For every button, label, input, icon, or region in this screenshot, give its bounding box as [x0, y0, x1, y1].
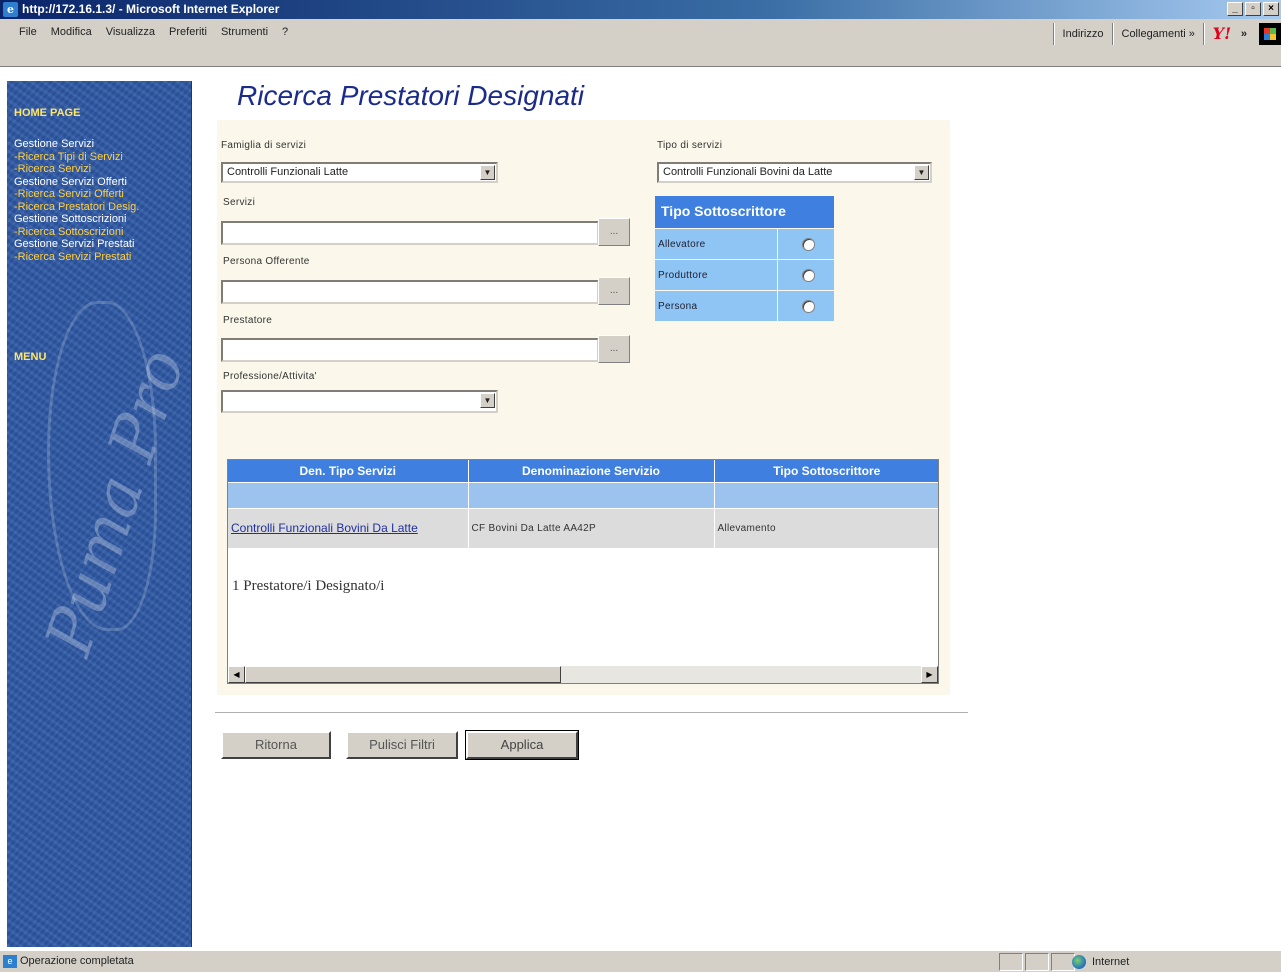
toolbar-separator	[1202, 23, 1205, 45]
address-bar-toggle[interactable]: Indirizzo	[1059, 28, 1108, 40]
sidebar-group-gestione-servizi: Gestione Servizi	[14, 138, 95, 150]
pulisci-filtri-button[interactable]: Pulisci Filtri	[346, 731, 458, 759]
menu-bar: File Modifica Visualizza Preferiti Strum…	[0, 19, 1281, 67]
filter-row-cell	[714, 481, 938, 508]
menu-visualizza[interactable]: Visualizza	[99, 26, 162, 38]
row-link-tipo-servizi[interactable]: Controlli Funzionali Bovini Da Latte	[231, 521, 418, 535]
scroll-left-arrow-icon[interactable]: ◀	[228, 666, 245, 683]
sidebar-link-ricerca-tipi-servizi[interactable]: -Ricerca Tipi di Servizi	[14, 151, 139, 164]
servizi-label: Servizi	[223, 197, 256, 208]
column-header-denominazione-servizio[interactable]: Denominazione Servizio	[468, 460, 715, 482]
links-toolbar-toggle[interactable]: Collegamenti »	[1118, 28, 1199, 40]
persona-offerente-label: Persona Offerente	[223, 256, 310, 267]
toolbar-separator	[1111, 23, 1114, 45]
filter-row-cell	[468, 481, 715, 508]
radio-label-produttore: Produttore	[655, 260, 777, 290]
status-cell	[1025, 953, 1049, 971]
result-count-text: 1 Prestatore/i Designato/i	[232, 578, 385, 594]
cell-tipo-sottoscrittore: Allevamento	[714, 507, 938, 548]
ritorna-button[interactable]: Ritorna	[221, 731, 331, 759]
filter-row-cell	[228, 481, 469, 508]
menu-file[interactable]: File	[12, 26, 44, 38]
sidebar-link-ricerca-prestatori-desig[interactable]: -Ricerca Prestatori Desig.	[14, 201, 139, 214]
servizi-lookup-button[interactable]: ...	[598, 218, 630, 246]
sidebar-link-ricerca-servizi-offerti[interactable]: -Ricerca Servizi Offerti	[14, 188, 139, 201]
cell-denominazione-servizio: CF Bovini Da Latte AA42P	[468, 507, 715, 548]
page-title: Ricerca Prestatori Designati	[237, 80, 585, 111]
sidebar-link-ricerca-sottoscrizioni[interactable]: -Ricerca Sottoscrizioni	[14, 226, 139, 239]
scroll-right-arrow-icon[interactable]: ▶	[921, 666, 938, 683]
sidebar: Puma Pro HOME PAGE Gestione Servizi -Ric…	[7, 81, 200, 947]
tipo-sottoscrittore-title: Tipo Sottoscrittore	[655, 196, 834, 228]
applica-button[interactable]: Applica	[465, 730, 579, 760]
sidebar-link-ricerca-servizi[interactable]: -Ricerca Servizi	[14, 163, 139, 176]
famiglia-servizi-select[interactable]: Controlli Funzionali Latte ▼	[221, 162, 498, 183]
table-row: Controlli Funzionali Bovini Da Latte CF …	[228, 507, 938, 548]
servizi-input[interactable]	[221, 221, 599, 245]
tipo-servizi-value: Controlli Funzionali Bovini da Latte	[663, 166, 833, 178]
persona-offerente-lookup-button[interactable]: ...	[598, 277, 630, 305]
status-text: Operazione completata	[20, 955, 134, 967]
toolbar-chevron[interactable]: »	[1235, 28, 1253, 40]
prestatore-label: Prestatore	[223, 315, 273, 326]
results-panel: Den. Tipo Servizi Denominazione Servizio…	[217, 450, 950, 695]
radio-label-persona: Persona	[655, 291, 777, 321]
windows-logo-icon	[1259, 23, 1281, 45]
professione-select[interactable]: ▼	[221, 390, 498, 413]
sidebar-group-gestione-sottoscrizioni: Gestione Sottoscrizioni	[14, 213, 127, 225]
sidebar-link-ricerca-servizi-prestati[interactable]: -Ricerca Servizi Prestati	[14, 251, 139, 264]
menu-modifica[interactable]: Modifica	[44, 26, 99, 38]
chevron-down-icon[interactable]: ▼	[914, 165, 929, 180]
chevron-down-icon[interactable]: ▼	[480, 165, 495, 180]
status-bar: e Operazione completata Internet	[0, 950, 1281, 972]
toolbar-separator	[1052, 23, 1055, 45]
maximize-button[interactable]: ▫	[1245, 2, 1261, 16]
menu-strumenti[interactable]: Strumenti	[214, 26, 275, 38]
window-title-bar: e http://172.16.1.3/ - Microsoft Interne…	[0, 0, 1281, 19]
column-header-den-tipo-servizi[interactable]: Den. Tipo Servizi	[228, 460, 469, 482]
close-button[interactable]: ×	[1263, 2, 1279, 16]
famiglia-servizi-label: Famiglia di servizi	[221, 140, 307, 151]
status-cell	[999, 953, 1023, 971]
radio-persona[interactable]	[802, 300, 815, 313]
persona-offerente-input[interactable]	[221, 280, 599, 304]
security-zone: Internet	[1072, 955, 1129, 969]
professione-label: Professione/Attivita'	[223, 371, 317, 382]
radio-produttore[interactable]	[802, 269, 815, 282]
sidebar-menu-label: MENU	[14, 351, 47, 363]
page-done-icon: e	[3, 955, 17, 968]
sidebar-home-link[interactable]: HOME PAGE	[14, 107, 80, 119]
sidebar-group-gestione-servizi-offerti: Gestione Servizi Offerti	[14, 175, 127, 188]
famiglia-servizi-value: Controlli Funzionali Latte	[227, 166, 349, 178]
scrollbar-thumb[interactable]	[245, 666, 561, 683]
globe-icon	[1072, 955, 1086, 969]
tipo-servizi-select[interactable]: Controlli Funzionali Bovini da Latte ▼	[657, 162, 932, 183]
chevron-down-icon[interactable]: ▼	[480, 393, 495, 408]
column-header-tipo-sottoscrittore[interactable]: Tipo Sottoscrittore	[714, 460, 938, 482]
results-grid: Den. Tipo Servizi Denominazione Servizio…	[227, 459, 939, 684]
minimize-button[interactable]: _	[1227, 2, 1243, 16]
tipo-servizi-label: Tipo di servizi	[657, 140, 723, 151]
horizontal-scrollbar[interactable]: ◀ ▶	[228, 666, 938, 683]
radio-allevatore[interactable]	[802, 238, 815, 251]
prestatore-lookup-button[interactable]: ...	[598, 335, 630, 363]
zone-label: Internet	[1092, 956, 1130, 968]
tipo-sottoscrittore-panel: Tipo Sottoscrittore Allevatore Produttor…	[655, 196, 834, 322]
yahoo-toolbar-icon[interactable]: Y!	[1209, 24, 1235, 44]
menu-help[interactable]: ?	[275, 26, 295, 38]
menu-preferiti[interactable]: Preferiti	[162, 26, 214, 38]
sidebar-group-gestione-servizi-prestati: Gestione Servizi Prestati	[14, 238, 135, 250]
internet-explorer-icon: e	[3, 2, 18, 17]
cell-den-tipo-servizi: Controlli Funzionali Bovini Da Latte	[228, 507, 469, 548]
divider	[215, 712, 968, 714]
window-title: http://172.16.1.3/ - Microsoft Internet …	[22, 2, 280, 16]
prestatore-input[interactable]	[221, 338, 599, 362]
sidebar-menu: Gestione Servizi -Ricerca Tipi di Serviz…	[14, 138, 139, 263]
radio-label-allevatore: Allevatore	[655, 229, 777, 259]
